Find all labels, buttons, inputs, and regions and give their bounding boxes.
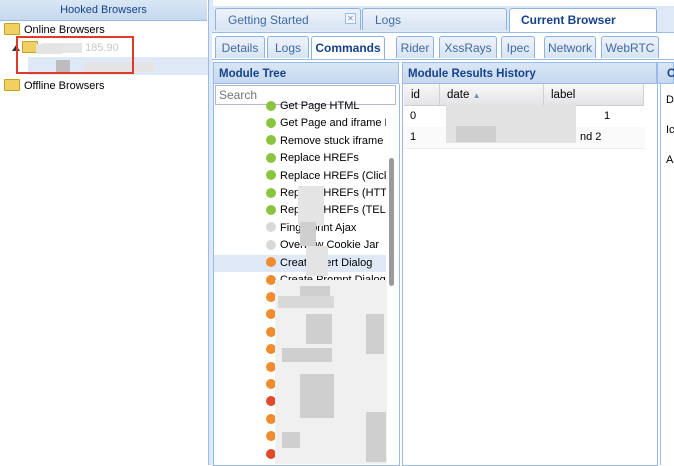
status-dot-icon — [266, 100, 276, 111]
command-panel — [660, 84, 674, 465]
module-item-label: Replace HREFs — [280, 152, 359, 165]
module-item-label: Overflow Cookie Jar — [280, 239, 380, 252]
pixelated-region — [306, 314, 332, 344]
module-item[interactable]: Remove stuck iframe — [214, 133, 386, 150]
subtab-rider[interactable]: Rider — [396, 36, 434, 58]
status-dot-icon — [266, 239, 276, 250]
subtab-xssrays[interactable]: XssRays — [439, 36, 497, 58]
status-dot-icon — [266, 222, 276, 233]
close-icon[interactable]: ✕ — [345, 13, 356, 24]
cell-id: 0 — [410, 110, 417, 122]
module-item-label: Get Page HTML — [280, 100, 360, 112]
pixelated-region — [298, 186, 324, 226]
pixelated-region — [456, 126, 496, 142]
status-dot-icon — [266, 187, 276, 198]
pixelated-region — [278, 296, 334, 308]
pixelated-region — [300, 222, 316, 246]
module-item-label: Get Page and iframe HTML — [280, 117, 386, 130]
highlight-box — [16, 36, 134, 74]
column-header-label[interactable]: label — [544, 84, 644, 106]
column-header-id[interactable]: id — [404, 84, 440, 106]
module-item[interactable]: Replace HREFs — [214, 150, 386, 167]
subtab-ipec[interactable]: Ipec — [501, 36, 535, 58]
subtab-network[interactable]: Network — [544, 36, 596, 58]
folder-icon — [4, 79, 20, 92]
sort-asc-icon: ▲ — [472, 91, 481, 100]
cell-label: nd 2 — [580, 131, 602, 143]
command-field-label: Ic — [666, 124, 674, 136]
tab-logs[interactable]: Logs — [362, 8, 507, 30]
module-item[interactable]: Get Page HTML — [214, 98, 386, 115]
command-panel-header: C — [657, 62, 674, 84]
date-label: date — [447, 89, 470, 101]
module-tree-scrollbar[interactable] — [389, 158, 394, 286]
hooked-browsers-header: Hooked Browsers — [0, 0, 207, 21]
subtab-commands[interactable]: Commands — [311, 36, 385, 59]
online-browsers-label: Online Browsers — [24, 24, 105, 36]
offline-browsers-node[interactable]: Offline Browsers — [4, 78, 105, 94]
status-dot-icon — [266, 135, 276, 146]
subtab-logs[interactable]: Logs — [267, 36, 309, 58]
module-item-label: Replace HREFs (HTTP) — [280, 187, 386, 199]
pixelated-region — [282, 348, 332, 362]
folder-icon — [4, 23, 20, 36]
module-item-label: Replace HREFs (TEL) — [280, 204, 386, 217]
status-dot-icon — [266, 117, 276, 128]
module-item-label: Remove stuck iframe — [280, 134, 384, 147]
status-dot-icon — [266, 204, 276, 215]
module-tree-header: Module Tree — [213, 62, 399, 84]
subtab-details[interactable]: Details — [215, 36, 265, 58]
module-item[interactable]: Replace HREFs (Click Events) — [214, 168, 386, 185]
tab-label: Current Browser — [521, 13, 616, 27]
pixelated-region — [366, 314, 384, 354]
module-item[interactable]: Get Page and iframe HTML — [214, 115, 386, 132]
results-header: Module Results History — [402, 62, 657, 84]
status-dot-icon — [266, 257, 276, 268]
pixelated-region — [306, 246, 328, 276]
command-field-label: D — [666, 94, 674, 106]
status-dot-icon — [266, 170, 276, 181]
pixelated-region — [282, 432, 300, 448]
subtab-webrtc[interactable]: WebRTC — [601, 36, 659, 58]
pixelated-region — [366, 412, 386, 462]
tab-label: Logs — [375, 13, 402, 27]
pixelated-region — [300, 374, 334, 418]
offline-browsers-label: Offline Browsers — [24, 80, 105, 92]
tab-label: Getting Started — [228, 13, 309, 27]
tab-current-browser[interactable]: Current Browser — [509, 8, 657, 32]
command-field-label: Al — [666, 154, 674, 166]
cell-id: 1 — [410, 131, 417, 143]
status-dot-icon — [266, 152, 276, 163]
module-item-label: Replace HREFs (Click Events) — [280, 169, 386, 182]
module-item[interactable]: Create Alert Dialog — [214, 254, 386, 272]
tab-getting-started[interactable]: Getting Started ✕ — [215, 8, 361, 30]
cell-label: 1 — [604, 110, 611, 122]
column-header-date[interactable]: date ▲ — [440, 84, 544, 106]
